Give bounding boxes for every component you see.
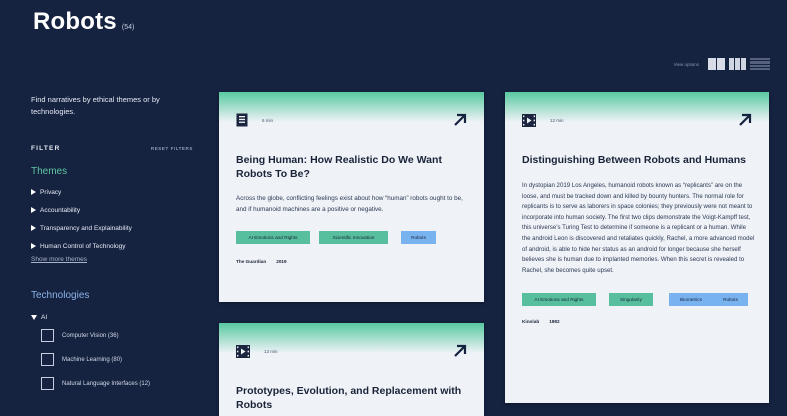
narrative-card[interactable]: 12 min Distinguishing Between Robots and…: [505, 92, 769, 403]
card-description: In dystopian 2019 Los Angeles, humanoid …: [522, 182, 755, 274]
theme-label: Accountability: [40, 206, 81, 214]
two-column-view-button[interactable]: [708, 58, 725, 70]
theme-item-transparency[interactable]: Transparency and Explainability: [31, 222, 201, 234]
themes-list: Privacy Accountability Transparency and …: [31, 186, 201, 252]
narrative-card[interactable]: 6 min Being Human: How Realistic Do We W…: [219, 92, 484, 302]
tag[interactable]: AI Emotions and Rights: [236, 231, 310, 244]
view-options: View options: [674, 58, 770, 70]
ai-category-toggle[interactable]: AI: [31, 314, 201, 321]
tag[interactable]: Scientific Innovation: [319, 231, 388, 244]
tech-item-machine-learning[interactable]: Machine Learning (80): [41, 353, 201, 366]
ai-label: AI: [41, 314, 48, 321]
filter-label: FILTER: [31, 145, 61, 152]
show-more-themes-link[interactable]: Show more themes: [31, 256, 201, 263]
card-source: Kinolab: [522, 319, 540, 325]
page-header: Robots (54): [33, 8, 134, 36]
card-header: 6 min: [219, 92, 484, 127]
card-title[interactable]: Distinguishing Between Robots and Humans: [522, 153, 752, 167]
reading-time: 13 min: [264, 348, 278, 354]
narrative-card[interactable]: 13 min Prototypes, Evolution, and Replac…: [219, 323, 484, 416]
tech-label: Computer Vision (36): [62, 332, 119, 339]
tag[interactable]: Singularity: [609, 293, 653, 307]
tech-item-computer-vision[interactable]: Computer Vision (36): [41, 329, 201, 342]
card-header: 13 min: [219, 323, 484, 358]
video-icon: [236, 344, 250, 358]
arrow-up-right-icon[interactable]: [738, 113, 752, 127]
tag[interactable]: Robots: [713, 293, 748, 307]
technologies-list: Computer Vision (36) Machine Learning (8…: [41, 329, 201, 390]
checkbox[interactable]: [41, 353, 54, 366]
theme-label: Transparency and Explainability: [40, 224, 132, 232]
card-source: The Guardian: [236, 259, 267, 264]
three-column-view-button[interactable]: [729, 58, 746, 70]
card-title[interactable]: Prototypes, Evolution, and Replacement w…: [236, 384, 467, 412]
video-icon: [522, 113, 536, 127]
arrow-up-right-icon[interactable]: [453, 344, 467, 358]
reading-time: 12 min: [550, 117, 564, 123]
tag[interactable]: AI Emotions and Rights: [522, 293, 596, 307]
card-tags: AI Emotions and Rights Scientific Innova…: [236, 231, 484, 244]
triangle-right-icon: [31, 189, 36, 195]
triangle-down-icon: [31, 315, 37, 320]
filter-header: FILTER RESET FILTERS: [31, 145, 193, 152]
article-icon: [236, 113, 248, 127]
filter-sidebar: Find narratives by ethical themes or by …: [31, 94, 201, 401]
themes-heading: Themes: [31, 166, 68, 177]
theme-label: Human Control of Technology: [40, 242, 126, 250]
page-title: Robots: [33, 8, 117, 35]
card-description: Across the globe, conflicting feelings e…: [236, 195, 463, 213]
list-view-button[interactable]: [750, 58, 770, 70]
triangle-right-icon: [31, 225, 36, 231]
tag[interactable]: Biometrics: [669, 293, 713, 307]
reset-filters-button[interactable]: RESET FILTERS: [151, 145, 193, 152]
card-year: 2019: [276, 259, 287, 264]
checkbox[interactable]: [41, 329, 54, 342]
reading-time: 6 min: [262, 117, 274, 123]
tag[interactable]: Robots: [401, 231, 436, 244]
checkbox[interactable]: [41, 377, 54, 390]
theme-item-accountability[interactable]: Accountability: [31, 204, 201, 216]
arrow-up-right-icon[interactable]: [453, 113, 467, 127]
theme-label: Privacy: [40, 188, 62, 196]
card-title[interactable]: Being Human: How Realistic Do We Want Ro…: [236, 153, 467, 181]
view-options-label: View options: [673, 61, 699, 67]
card-meta: Kinolab 1982: [522, 319, 769, 324]
card-header: 12 min: [505, 92, 769, 127]
theme-item-human-control[interactable]: Human Control of Technology: [31, 240, 201, 252]
triangle-right-icon: [31, 243, 36, 249]
tech-label: Machine Learning (80): [62, 356, 123, 363]
technologies-heading: Technologies: [31, 290, 90, 301]
card-meta: The Guardian 2019: [236, 259, 484, 264]
tech-item-natural-language[interactable]: Natural Language Interfaces (12): [41, 377, 201, 390]
result-count: (54): [121, 24, 135, 31]
sidebar-intro: Find narratives by ethical themes or by …: [31, 95, 160, 116]
card-tags: AI Emotions and Rights Singularity Biome…: [522, 293, 769, 307]
tech-label: Natural Language Interfaces (12): [62, 380, 151, 387]
triangle-right-icon: [31, 207, 36, 213]
theme-item-privacy[interactable]: Privacy: [31, 186, 201, 198]
card-year: 1982: [549, 319, 560, 325]
